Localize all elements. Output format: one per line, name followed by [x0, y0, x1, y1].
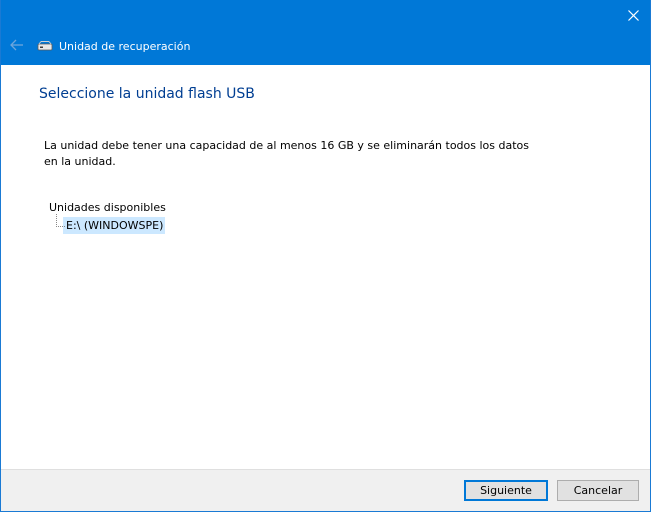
drive-tree: Unidades disponibles E:\ (WINDOWSPE) [49, 199, 166, 234]
window-title: Unidad de recuperación [59, 39, 191, 53]
footer-bar: Siguiente Cancelar [1, 469, 650, 511]
drive-e-label[interactable]: E:\ (WINDOWSPE) [63, 217, 166, 234]
window-title-area: Unidad de recuperación [37, 36, 190, 56]
next-button[interactable]: Siguiente [464, 480, 548, 501]
recovery-drive-window: Unidad de recuperación Seleccione la uni… [0, 0, 651, 512]
back-button[interactable] [7, 36, 27, 54]
cancel-button[interactable]: Cancelar [557, 480, 639, 501]
tree-root-label: Unidades disponibles [49, 201, 166, 214]
drive-icon [37, 38, 53, 54]
close-button[interactable] [620, 4, 646, 26]
title-bar: Unidad de recuperación [1, 0, 650, 65]
close-icon [627, 9, 639, 21]
instruction-text: La unidad debe tener una capacidad de al… [44, 139, 530, 168]
tree-item-drive-e[interactable]: E:\ (WINDOWSPE) [49, 214, 166, 234]
page-heading: Seleccione la unidad flash USB [39, 86, 255, 102]
tree-connector-line [56, 214, 65, 227]
arrow-left-icon [10, 39, 23, 51]
